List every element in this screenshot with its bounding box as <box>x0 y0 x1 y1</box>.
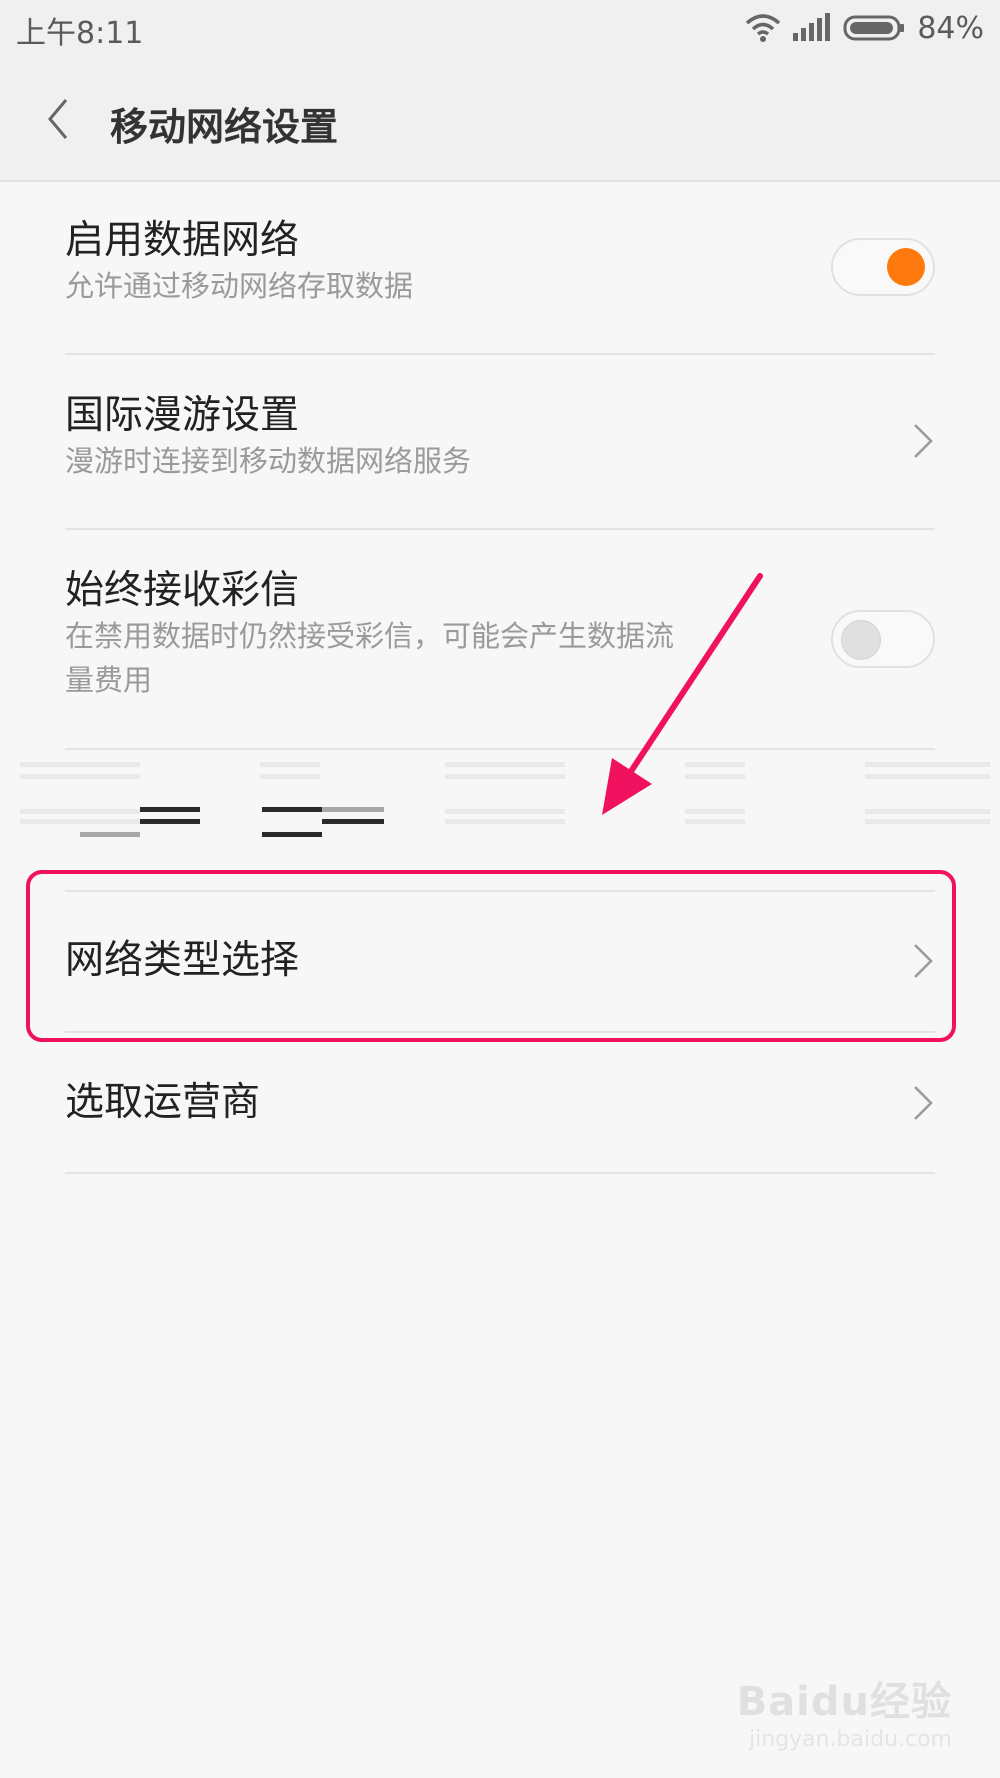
status-bar: 上午8:11 84% <box>0 0 1000 56</box>
chevron-right-icon <box>914 944 933 978</box>
setting-title: 选取运营商 <box>65 1080 261 1125</box>
setting-select-carrier[interactable]: 选取运营商 <box>65 1080 935 1126</box>
battery-percentage: 84% <box>917 10 984 46</box>
status-time: 上午8:11 <box>16 16 144 51</box>
setting-enable-data[interactable]: 启用数据网络 允许通过移动网络存取数据 <box>65 218 935 308</box>
divider <box>65 748 935 750</box>
setting-title: 启用数据网络 <box>65 218 300 263</box>
setting-title: 网络类型选择 <box>65 938 300 983</box>
wifi-icon <box>746 14 781 42</box>
watermark: Baidu经验 jingyan.baidu.com <box>737 1669 952 1752</box>
divider <box>65 528 935 530</box>
divider <box>65 353 935 355</box>
annotation-arrow-icon <box>602 573 763 815</box>
chevron-right-icon <box>914 424 933 458</box>
divider <box>65 890 935 892</box>
setting-title: 始终接收彩信 <box>65 568 300 613</box>
back-arrow-icon[interactable] <box>40 94 80 144</box>
toggle-knob <box>887 248 925 286</box>
setting-subtitle: 允许通过移动网络存取数据 <box>65 269 414 303</box>
signal-icon <box>793 13 831 41</box>
toggle-knob <box>841 620 881 660</box>
watermark-url: jingyan.baidu.com <box>748 1727 952 1752</box>
divider <box>65 1031 935 1033</box>
chevron-right-icon <box>914 1086 933 1120</box>
mms-toggle[interactable] <box>831 610 935 668</box>
page-title: 移动网络设置 <box>110 105 339 149</box>
battery-icon <box>843 15 905 41</box>
setting-title: 国际漫游设置 <box>65 393 300 438</box>
baidu-jingyan-logo: Baidu经验 <box>736 1679 952 1725</box>
setting-roaming[interactable]: 国际漫游设置 漫游时连接到移动数据网络服务 <box>65 393 935 483</box>
screen-glitch-artifact <box>0 752 1000 847</box>
status-icons: 84% <box>745 8 984 48</box>
data-network-toggle[interactable] <box>831 238 935 296</box>
setting-network-type[interactable]: 网络类型选择 <box>65 938 935 984</box>
setting-subtitle: 漫游时连接到移动数据网络服务 <box>65 444 472 478</box>
divider <box>65 1172 935 1174</box>
app-header: 移动网络设置 <box>0 56 1000 182</box>
setting-always-receive-mms[interactable]: 始终接收彩信 在禁用数据时仍然接受彩信，可能会产生数据流 量费用 <box>65 568 935 702</box>
